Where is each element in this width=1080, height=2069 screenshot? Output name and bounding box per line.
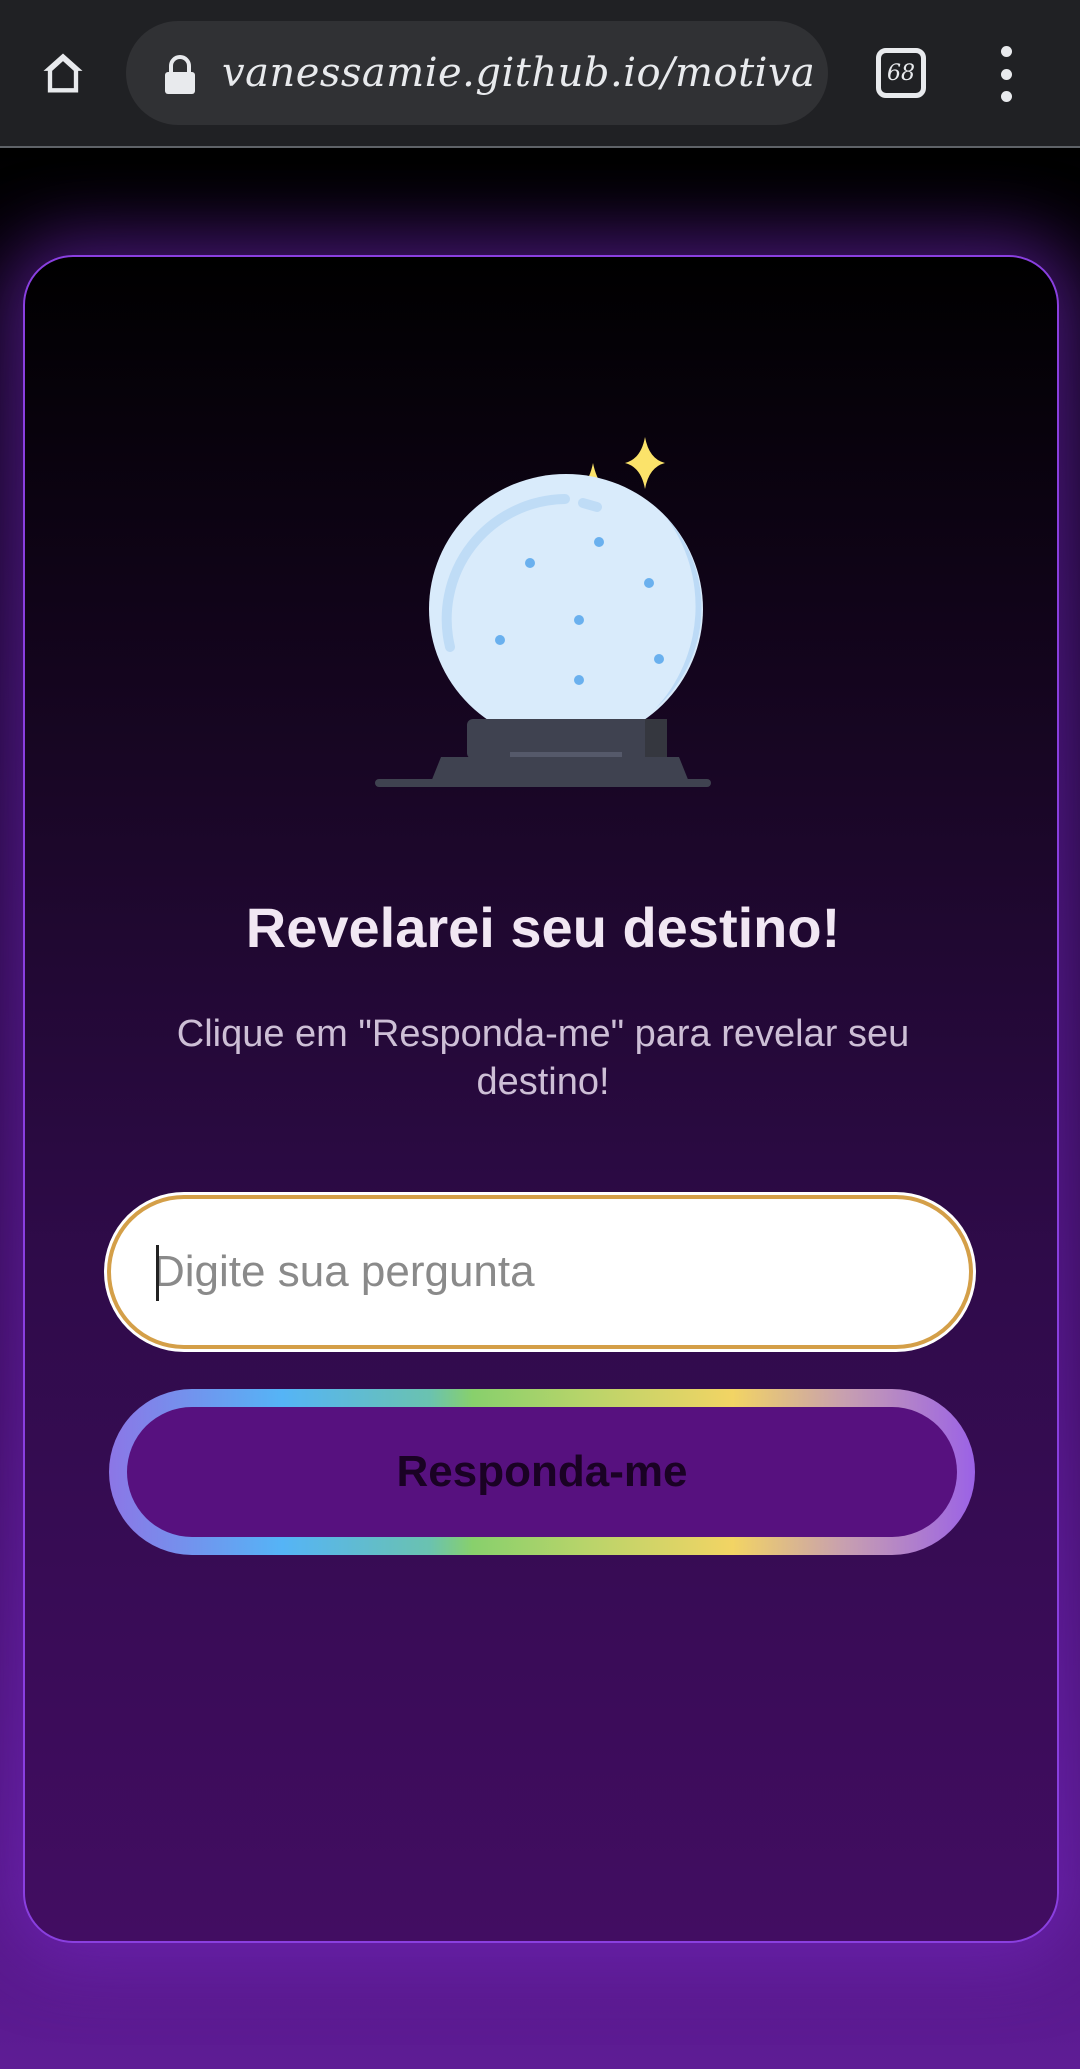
page-subtitle: Clique em "Responda-me" para revelar seu… [176,1013,910,1103]
text-caret [156,1245,159,1301]
page-title: Revelarei seu destino! [245,895,841,959]
more-vert-icon[interactable] [984,46,1028,102]
page-background: Revelarei seu destino! Clique em "Respon… [0,150,1080,2069]
home-icon [43,53,83,93]
lock-icon [165,55,195,94]
tab-count: 68 [887,60,915,86]
home-button[interactable] [30,40,96,106]
address-bar[interactable]: vanessamie.github.io/motivacio [126,21,828,125]
crystal-ball-icon [375,437,711,787]
answer-button-frame[interactable]: Responda-me [109,1389,975,1555]
url-text[interactable]: vanessamie.github.io/motivacio [222,21,812,125]
answer-button[interactable]: Responda-me [127,1407,957,1537]
tab-switcher-button[interactable]: 68 [876,48,926,98]
fortune-card: Revelarei seu destino! Clique em "Respon… [23,255,1059,1943]
question-input[interactable] [107,1195,973,1349]
browser-toolbar: vanessamie.github.io/motivacio 68 [0,0,1080,148]
